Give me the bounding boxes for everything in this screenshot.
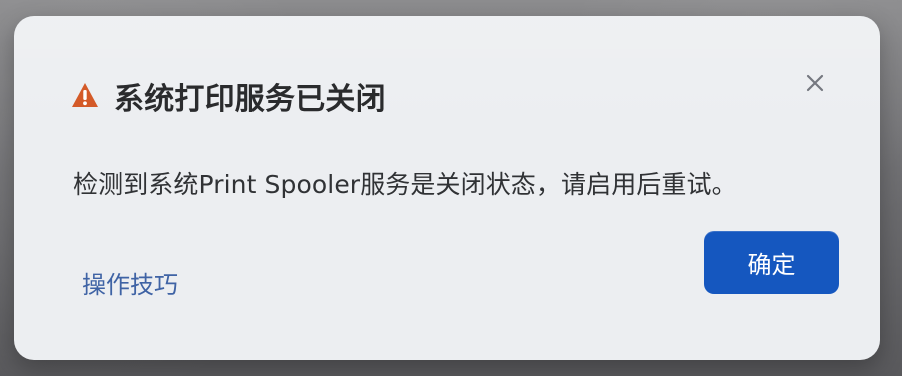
dialog-message: 检测到系统Print Spooler服务是关闭状态，请启用后重试。 (73, 170, 737, 199)
confirm-button[interactable]: 确定 (704, 231, 839, 294)
error-dialog: 系统打印服务已关闭 检测到系统Print Spooler服务是关闭状态，请启用后… (14, 16, 880, 360)
close-icon (806, 74, 824, 92)
close-button[interactable] (802, 70, 828, 96)
operation-tips-link[interactable]: 操作技巧 (82, 265, 178, 300)
dialog-title: 系统打印服务已关闭 (114, 82, 386, 117)
screen: 系统打印服务已关闭 检测到系统Print Spooler服务是关闭状态，请启用后… (0, 0, 902, 376)
dialog-header: 系统打印服务已关闭 (70, 74, 386, 118)
warning-icon (72, 83, 98, 107)
